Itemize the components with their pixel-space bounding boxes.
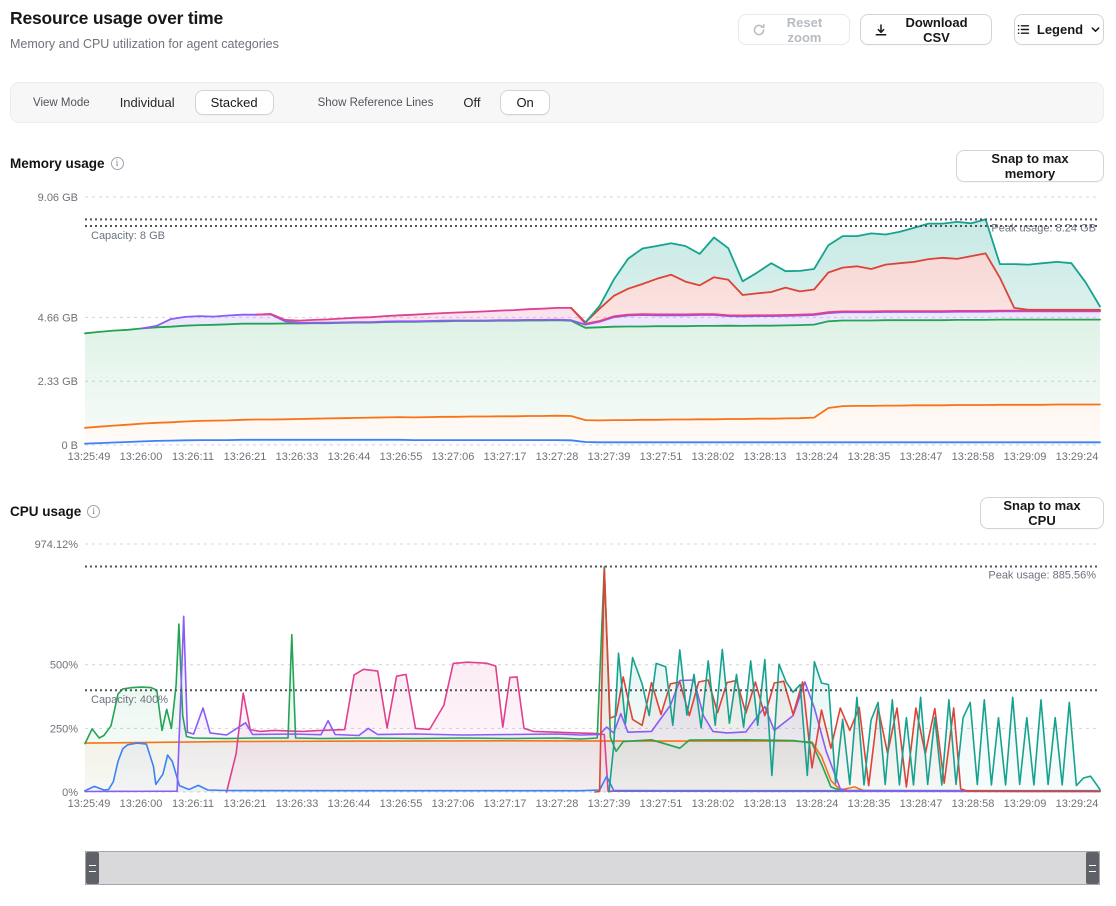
svg-text:13:26:55: 13:26:55 bbox=[380, 798, 423, 810]
svg-text:13:27:17: 13:27:17 bbox=[484, 798, 527, 810]
svg-text:13:27:51: 13:27:51 bbox=[640, 451, 683, 463]
cpu-chart[interactable]: Peak usage: 885.56% Capacity: 400% 974.12%… bbox=[0, 532, 1116, 824]
svg-text:2.33 GB: 2.33 GB bbox=[38, 376, 78, 388]
svg-text:13:26:21: 13:26:21 bbox=[224, 451, 267, 463]
memory-section-title: Memory usage bbox=[10, 156, 105, 171]
memory-chart[interactable]: Peak usage: 8.24 GB Capacity: 8 GB 9.06 GB… bbox=[0, 185, 1116, 477]
svg-text:13:25:49: 13:25:49 bbox=[68, 798, 111, 810]
svg-text:13:26:33: 13:26:33 bbox=[276, 798, 319, 810]
svg-text:13:26:11: 13:26:11 bbox=[172, 451, 214, 463]
svg-text:13:25:49: 13:25:49 bbox=[68, 451, 111, 463]
snap-to-max-memory-button[interactable]: Snap to max memory bbox=[956, 150, 1104, 182]
legend-button[interactable]: Legend bbox=[1014, 14, 1104, 45]
svg-text:9.06 GB: 9.06 GB bbox=[38, 192, 78, 204]
svg-text:13:28:02: 13:28:02 bbox=[692, 798, 735, 810]
brush-handle-right[interactable] bbox=[1086, 852, 1099, 884]
download-csv-label: Download CSV bbox=[895, 15, 978, 45]
reset-icon bbox=[752, 23, 766, 37]
memory-section-header: Memory usage i bbox=[10, 156, 124, 171]
svg-text:13:26:33: 13:26:33 bbox=[276, 451, 319, 463]
svg-text:13:28:13: 13:28:13 bbox=[744, 798, 787, 810]
svg-text:13:28:58: 13:28:58 bbox=[952, 451, 995, 463]
show-reference-lines-label: Show Reference Lines bbox=[308, 97, 444, 109]
svg-text:13:26:00: 13:26:00 bbox=[120, 798, 163, 810]
view-mode-individual[interactable]: Individual bbox=[108, 90, 187, 115]
svg-text:13:28:47: 13:28:47 bbox=[900, 451, 943, 463]
svg-text:13:28:13: 13:28:13 bbox=[744, 451, 787, 463]
page-title: Resource usage over time bbox=[10, 8, 223, 29]
svg-text:13:29:09: 13:29:09 bbox=[1004, 451, 1047, 463]
grip-icon bbox=[1089, 865, 1096, 872]
snap-to-max-cpu-button[interactable]: Snap to max CPU bbox=[980, 497, 1104, 529]
svg-text:Capacity: 400%: Capacity: 400% bbox=[91, 694, 168, 706]
grip-icon bbox=[89, 865, 96, 872]
legend-list-icon bbox=[1017, 23, 1030, 36]
control-bar: View Mode Individual Stacked Show Refere… bbox=[10, 82, 1104, 123]
svg-text:13:28:58: 13:28:58 bbox=[952, 798, 995, 810]
svg-text:13:27:17: 13:27:17 bbox=[484, 451, 527, 463]
svg-text:Peak usage: 885.56%: Peak usage: 885.56% bbox=[988, 570, 1096, 582]
download-csv-button[interactable]: Download CSV bbox=[860, 14, 992, 45]
svg-text:Capacity: 8 GB: Capacity: 8 GB bbox=[91, 230, 165, 242]
svg-text:13:29:24: 13:29:24 bbox=[1056, 798, 1099, 810]
view-mode-label: View Mode bbox=[23, 97, 100, 109]
time-range-brush[interactable] bbox=[85, 851, 1100, 885]
reset-zoom-button[interactable]: Reset zoom bbox=[738, 14, 850, 45]
svg-text:13:27:06: 13:27:06 bbox=[432, 451, 475, 463]
chevron-down-icon bbox=[1090, 24, 1101, 35]
svg-text:13:29:09: 13:29:09 bbox=[1004, 798, 1047, 810]
svg-text:13:26:44: 13:26:44 bbox=[328, 451, 371, 463]
svg-text:13:26:00: 13:26:00 bbox=[120, 451, 163, 463]
svg-text:13:27:39: 13:27:39 bbox=[588, 798, 631, 810]
svg-text:13:26:55: 13:26:55 bbox=[380, 451, 423, 463]
download-icon bbox=[874, 23, 888, 37]
svg-text:13:28:35: 13:28:35 bbox=[848, 451, 891, 463]
svg-text:13:28:24: 13:28:24 bbox=[796, 451, 839, 463]
svg-text:13:27:28: 13:27:28 bbox=[536, 451, 579, 463]
svg-text:13:28:35: 13:28:35 bbox=[848, 798, 891, 810]
svg-text:13:26:44: 13:26:44 bbox=[328, 798, 371, 810]
cpu-section-title: CPU usage bbox=[10, 504, 81, 519]
cpu-section-header: CPU usage i bbox=[10, 504, 100, 519]
svg-text:13:26:11: 13:26:11 bbox=[172, 798, 214, 810]
svg-text:974.12%: 974.12% bbox=[35, 539, 79, 551]
svg-text:13:29:24: 13:29:24 bbox=[1056, 451, 1099, 463]
brush-handle-left[interactable] bbox=[86, 852, 99, 884]
snap-to-max-cpu-label: Snap to max CPU bbox=[994, 498, 1090, 528]
reference-lines-off[interactable]: Off bbox=[451, 90, 492, 115]
svg-text:Peak usage: 8.24 GB: Peak usage: 8.24 GB bbox=[991, 222, 1096, 234]
reference-lines-on[interactable]: On bbox=[500, 90, 549, 115]
reset-zoom-label: Reset zoom bbox=[773, 15, 836, 45]
svg-text:13:26:21: 13:26:21 bbox=[224, 798, 267, 810]
svg-text:250%: 250% bbox=[50, 723, 78, 735]
snap-to-max-memory-label: Snap to max memory bbox=[970, 151, 1090, 181]
svg-text:13:28:24: 13:28:24 bbox=[796, 798, 839, 810]
cpu-info-icon[interactable]: i bbox=[87, 505, 100, 518]
svg-text:4.66 GB: 4.66 GB bbox=[38, 312, 78, 324]
svg-text:13:27:39: 13:27:39 bbox=[588, 451, 631, 463]
memory-info-icon[interactable]: i bbox=[111, 157, 124, 170]
view-mode-stacked[interactable]: Stacked bbox=[195, 90, 274, 115]
svg-text:13:27:28: 13:27:28 bbox=[536, 798, 579, 810]
page-subtitle: Memory and CPU utilization for agent cat… bbox=[10, 37, 279, 51]
svg-text:13:27:06: 13:27:06 bbox=[432, 798, 475, 810]
svg-text:500%: 500% bbox=[50, 660, 78, 672]
svg-text:13:28:47: 13:28:47 bbox=[900, 798, 943, 810]
legend-label: Legend bbox=[1037, 22, 1083, 37]
svg-text:13:28:02: 13:28:02 bbox=[692, 451, 735, 463]
svg-text:13:27:51: 13:27:51 bbox=[640, 798, 683, 810]
